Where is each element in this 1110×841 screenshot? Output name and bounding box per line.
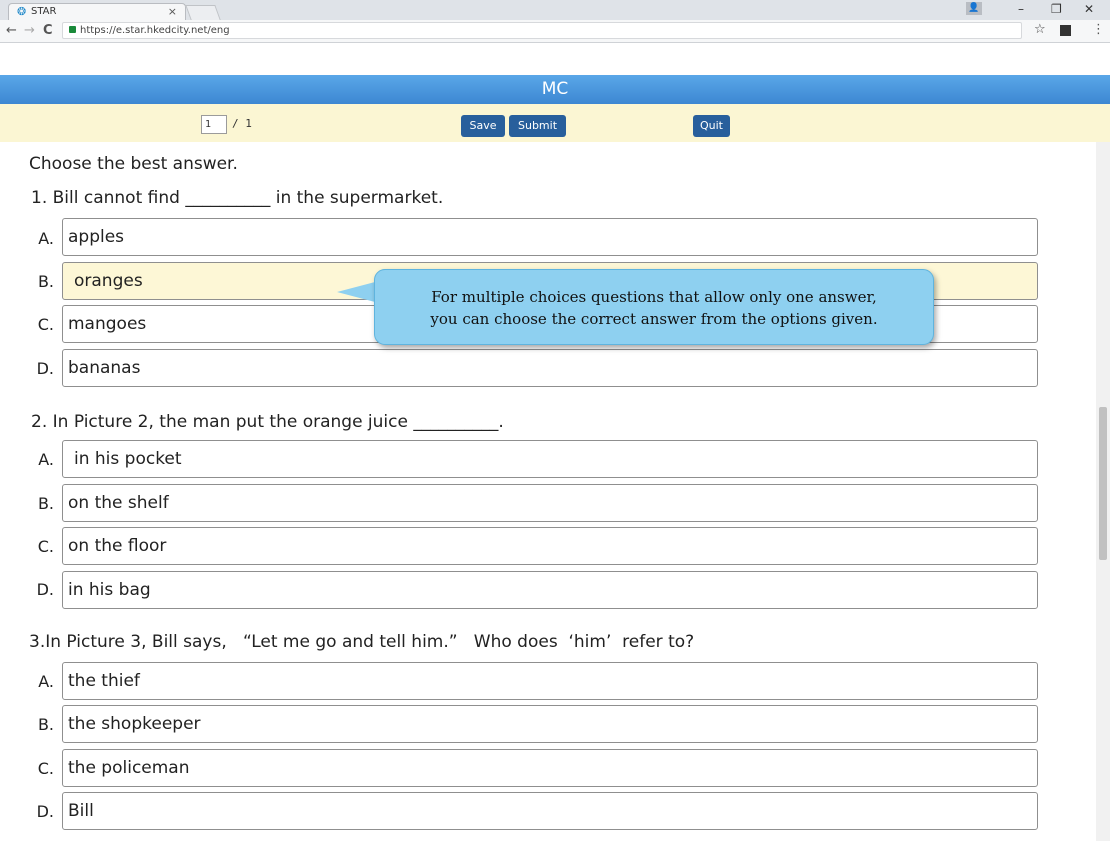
- bookmark-star-icon[interactable]: ☆: [1034, 22, 1046, 37]
- option-letter: D.: [36, 359, 54, 378]
- kebab-menu-icon[interactable]: ⋮: [1092, 22, 1105, 37]
- close-window-icon[interactable]: ✕: [1084, 2, 1094, 16]
- lock-icon: [69, 26, 76, 33]
- q2-option-a[interactable]: in his pocket: [62, 440, 1038, 478]
- extension-icon[interactable]: [1060, 25, 1071, 36]
- new-tab-button[interactable]: [185, 5, 221, 20]
- vertical-scrollbar[interactable]: [1096, 142, 1110, 841]
- tab-title: STAR: [31, 6, 57, 17]
- q3-option-b[interactable]: the shopkeeper: [62, 705, 1038, 743]
- browser-tab-strip: ❂ STAR × 👤 – ❐ ✕: [0, 0, 1110, 21]
- save-button[interactable]: Save: [461, 115, 505, 137]
- user-profile-icon[interactable]: 👤: [966, 2, 982, 15]
- help-tooltip: For multiple choices questions that allo…: [374, 269, 934, 345]
- option-letter: C.: [37, 759, 54, 778]
- option-letter: A.: [38, 229, 54, 248]
- option-letter: C.: [37, 315, 54, 334]
- question-3: 3.In Picture 3, Bill says, “Let me go an…: [29, 632, 695, 652]
- q1-option-d[interactable]: bananas: [62, 349, 1038, 387]
- q1-option-a[interactable]: apples: [62, 218, 1038, 256]
- question-1: 1. Bill cannot find __________ in the su…: [31, 188, 444, 208]
- q2-option-d[interactable]: in his bag: [62, 571, 1038, 609]
- quit-button[interactable]: Quit: [693, 115, 730, 137]
- browser-tab[interactable]: ❂ STAR ×: [8, 3, 186, 20]
- forward-icon[interactable]: →: [24, 23, 35, 38]
- star-logo-icon: ❂: [17, 5, 27, 18]
- url-text: https://e.star.hkedcity.net/eng: [80, 25, 230, 36]
- close-tab-icon[interactable]: ×: [168, 4, 177, 20]
- page-number-input[interactable]: 1: [201, 115, 227, 134]
- q2-option-c[interactable]: on the floor: [62, 527, 1038, 565]
- instruction: Choose the best answer.: [29, 154, 238, 174]
- option-letter: B.: [37, 494, 54, 513]
- reload-icon[interactable]: C: [43, 23, 53, 38]
- q3-option-a[interactable]: the thief: [62, 662, 1038, 700]
- option-letter: A.: [38, 672, 54, 691]
- url-input[interactable]: https://e.star.hkedcity.net/eng: [62, 22, 1022, 39]
- option-letter: A.: [38, 450, 54, 469]
- restore-icon[interactable]: ❐: [1051, 2, 1062, 16]
- q2-option-b[interactable]: on the shelf: [62, 484, 1038, 522]
- address-bar: ← → C https://e.star.hkedcity.net/eng ☆ …: [0, 20, 1110, 43]
- question-2: 2. In Picture 2, the man put the orange …: [31, 412, 504, 432]
- option-letter: B.: [37, 715, 54, 734]
- tooltip-line-2: you can choose the correct answer from t…: [430, 310, 878, 328]
- option-letter: D.: [36, 580, 54, 599]
- q3-option-c[interactable]: the policeman: [62, 749, 1038, 787]
- scrollbar-thumb[interactable]: [1099, 407, 1107, 560]
- page-title: MC: [0, 75, 1110, 104]
- submit-button[interactable]: Submit: [509, 115, 566, 137]
- page-total: / 1: [232, 117, 252, 130]
- tooltip-line-1: For multiple choices questions that allo…: [431, 288, 877, 306]
- minimize-icon[interactable]: –: [1018, 2, 1024, 16]
- tooltip-pointer: [337, 282, 375, 302]
- option-letter: D.: [36, 802, 54, 821]
- option-letter: B.: [37, 272, 54, 291]
- toolbar: 1 / 1 Save Submit Quit: [0, 104, 1110, 142]
- q3-option-d[interactable]: Bill: [62, 792, 1038, 830]
- option-letter: C.: [37, 537, 54, 556]
- back-icon[interactable]: ←: [6, 23, 17, 38]
